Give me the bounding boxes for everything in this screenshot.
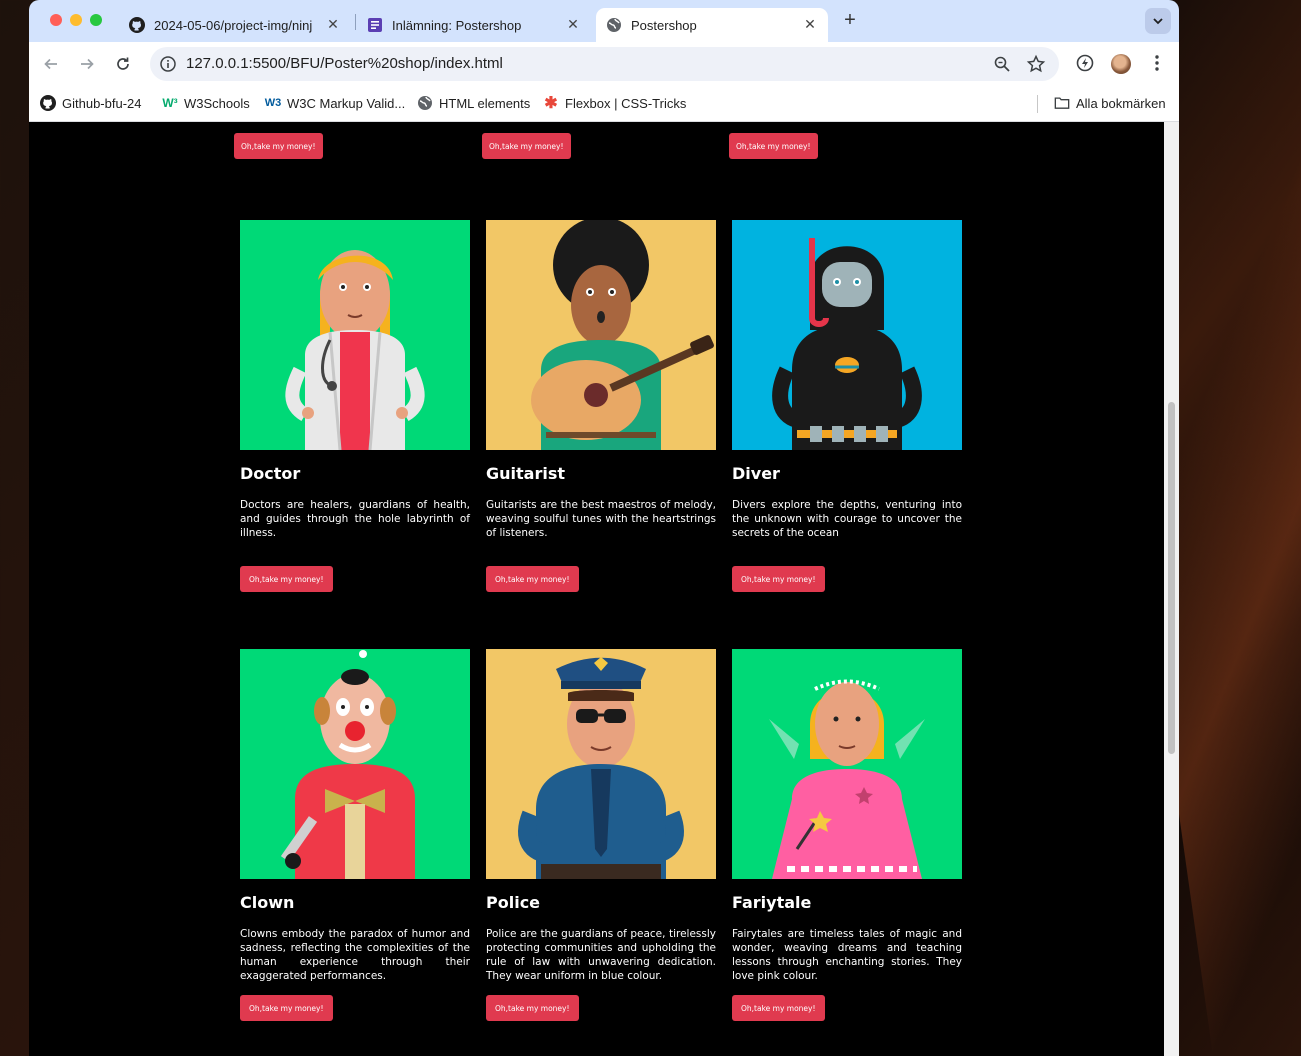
page-viewport: Oh,take my money! Oh,take my money! Oh,t… bbox=[29, 122, 1179, 1056]
url-text[interactable]: 127.0.0.1:5500/BFU/Poster%20shop/index.h… bbox=[186, 55, 503, 72]
address-bar[interactable]: 127.0.0.1:5500/BFU/Poster%20shop/index.h… bbox=[150, 47, 1059, 81]
buy-button[interactable]: Oh,take my money! bbox=[486, 995, 579, 1021]
bookmark-label: Github-bfu-24 bbox=[62, 95, 142, 111]
bookmarks-divider bbox=[1037, 95, 1038, 113]
buy-button[interactable]: Oh,take my money! bbox=[732, 566, 825, 592]
bookmark-label: W3C Markup Valid... bbox=[287, 95, 406, 111]
product-description: Divers explore the depths, venturing int… bbox=[732, 499, 962, 539]
tab-divider bbox=[355, 14, 356, 30]
product-description: Fairytales are timeless tales of magic a… bbox=[732, 928, 962, 982]
avatar[interactable] bbox=[1111, 54, 1131, 74]
product-title: Diver bbox=[732, 464, 780, 483]
buy-button[interactable]: Oh,take my money! bbox=[482, 133, 571, 159]
tab-search-button[interactable] bbox=[1145, 8, 1171, 34]
fariytale-poster-image[interactable] bbox=[732, 649, 962, 879]
all-bookmarks-label: Alla bokmärken bbox=[1076, 95, 1166, 111]
buy-button[interactable]: Oh,take my money! bbox=[240, 566, 333, 592]
product-description: Guitarists are the best maestros of melo… bbox=[486, 499, 716, 539]
buy-button[interactable]: Oh,take my money! bbox=[486, 566, 579, 592]
bookmark-label: Flexbox | CSS-Tricks bbox=[565, 95, 687, 111]
bookmark-label: HTML elements bbox=[439, 95, 531, 111]
bookmark-github[interactable]: Github-bfu-24 bbox=[40, 93, 142, 113]
product-title: Guitarist bbox=[486, 464, 565, 483]
close-icon[interactable]: ✕ bbox=[565, 16, 581, 33]
product-description: Clowns embody the paradox of humor and s… bbox=[240, 928, 470, 982]
zoom-icon[interactable] bbox=[993, 55, 1011, 77]
folder-icon bbox=[1054, 95, 1070, 111]
star-asterisk-icon: ✱ bbox=[544, 95, 558, 112]
back-button[interactable] bbox=[40, 53, 62, 75]
site-info-icon[interactable] bbox=[159, 55, 177, 73]
forward-button[interactable] bbox=[76, 53, 98, 75]
new-tab-button[interactable]: + bbox=[839, 9, 861, 32]
bookmark-flexbox[interactable]: ✱ Flexbox | CSS-Tricks bbox=[543, 93, 686, 113]
scrollbar-thumb[interactable] bbox=[1168, 402, 1175, 754]
github-icon bbox=[40, 95, 56, 111]
close-icon[interactable]: ✕ bbox=[325, 16, 341, 33]
clown-poster-image[interactable] bbox=[240, 649, 470, 879]
buy-button[interactable]: Oh,take my money! bbox=[729, 133, 818, 159]
reload-icon bbox=[117, 57, 129, 70]
arrow-right-icon bbox=[81, 58, 94, 70]
diver-poster-image[interactable] bbox=[732, 220, 962, 450]
chevron-down-icon bbox=[1153, 18, 1163, 25]
close-window-button[interactable] bbox=[50, 14, 62, 26]
buy-button[interactable]: Oh,take my money! bbox=[234, 133, 323, 159]
w3c-icon: W3 bbox=[264, 97, 282, 109]
tab-title: 2024-05-06/project-img/ninj bbox=[154, 17, 313, 33]
tab-github[interactable]: 2024-05-06/project-img/ninj ✕ bbox=[119, 8, 351, 42]
tab-strip: 2024-05-06/project-img/ninj ✕ Inlämning:… bbox=[29, 0, 1179, 42]
w3schools-icon: W³ bbox=[162, 96, 178, 110]
close-icon[interactable]: ✕ bbox=[802, 16, 818, 33]
tab-inlamning[interactable]: Inlämning: Postershop ✕ bbox=[359, 8, 591, 42]
product-title: Police bbox=[486, 893, 541, 912]
buy-button[interactable]: Oh,take my money! bbox=[240, 995, 333, 1021]
minimize-window-button[interactable] bbox=[70, 14, 82, 26]
all-bookmarks-button[interactable]: Alla bokmärken bbox=[1054, 93, 1166, 113]
buy-button[interactable]: Oh,take my money! bbox=[732, 995, 825, 1021]
product-description: Police are the guardians of peace, tirel… bbox=[486, 928, 716, 982]
bookmark-w3schools[interactable]: W³ W3Schools bbox=[162, 93, 250, 113]
product-description: Doctors are healers, guardians of health… bbox=[240, 499, 470, 539]
classroom-icon bbox=[367, 17, 383, 33]
bookmark-star-icon[interactable] bbox=[1026, 54, 1046, 78]
product-title: Doctor bbox=[240, 464, 301, 483]
bookmarks-bar: Github-bfu-24 W³ W3Schools W3 W3C Markup… bbox=[29, 86, 1179, 122]
zoom-window-button[interactable] bbox=[90, 14, 102, 26]
reload-button[interactable] bbox=[112, 53, 134, 75]
page-scrollbar[interactable] bbox=[1164, 122, 1179, 1056]
browser-window: 2024-05-06/project-img/ninj ✕ Inlämning:… bbox=[29, 0, 1179, 1056]
tab-postershop[interactable]: Postershop ✕ bbox=[596, 8, 828, 42]
tab-title: Postershop bbox=[631, 17, 697, 33]
tab-title: Inlämning: Postershop bbox=[392, 17, 522, 33]
bookmark-label: W3Schools bbox=[184, 95, 250, 111]
globe-icon bbox=[417, 95, 433, 111]
product-title: Fariytale bbox=[732, 893, 812, 912]
github-icon bbox=[129, 17, 145, 33]
guitarist-poster-image[interactable] bbox=[486, 220, 716, 450]
bookmark-html-elements[interactable]: HTML elements bbox=[417, 93, 530, 113]
extensions-icon[interactable] bbox=[1075, 53, 1095, 77]
arrow-left-icon bbox=[44, 58, 57, 70]
product-title: Clown bbox=[240, 893, 295, 912]
doctor-poster-image[interactable] bbox=[240, 220, 470, 450]
toolbar: 127.0.0.1:5500/BFU/Poster%20shop/index.h… bbox=[29, 42, 1179, 86]
bookmark-w3c[interactable]: W3 W3C Markup Valid... bbox=[264, 93, 406, 113]
menu-dots-icon[interactable] bbox=[1147, 53, 1167, 77]
globe-icon bbox=[606, 17, 622, 33]
police-poster-image[interactable] bbox=[486, 649, 716, 879]
